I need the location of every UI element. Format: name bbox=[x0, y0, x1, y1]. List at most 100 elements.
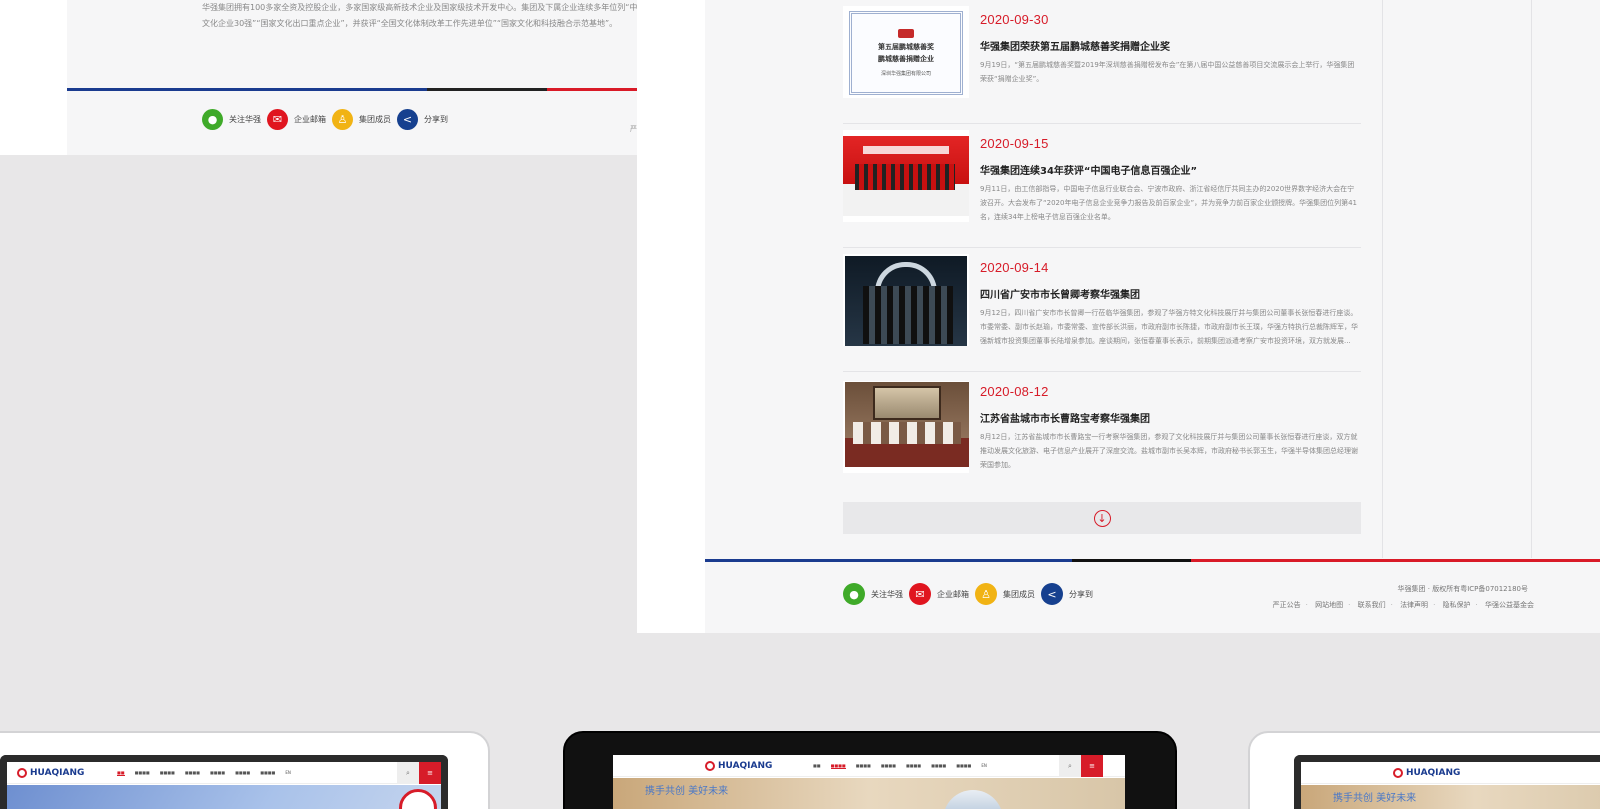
logo-mark-icon bbox=[17, 768, 27, 778]
menu-item: ■■■■ bbox=[134, 770, 150, 775]
footer-link-statement[interactable]: 严正公告 bbox=[1273, 601, 1301, 609]
huaqiang-logo: HUAQIANG bbox=[1393, 768, 1460, 778]
footer-link-legal[interactable]: 法律声明 bbox=[1400, 601, 1428, 609]
menu-item: ■■■■ bbox=[931, 763, 947, 768]
menu-item: ■■■■ bbox=[209, 770, 226, 775]
search-icon: ⌕ bbox=[1059, 755, 1081, 777]
separator: · bbox=[1475, 601, 1478, 609]
stripe-blue bbox=[705, 559, 1072, 562]
news-title[interactable]: 华强集团连续34年获评“中国电子信息百强企业” bbox=[980, 162, 1197, 177]
wechat-icon: ● bbox=[202, 109, 223, 130]
hero-slogan: 携手共创 美好未来 bbox=[1333, 793, 1417, 804]
lang-switch: EN bbox=[285, 770, 291, 775]
menu-item: ■■■■ bbox=[855, 763, 871, 768]
column-divider bbox=[1531, 0, 1532, 558]
news-item[interactable]: 2020-08-12 江苏省盐城市市长曹路宝考察华强集团 8月12日，江苏省盐城… bbox=[843, 372, 1361, 496]
share-link[interactable]: < 分享到 bbox=[397, 109, 448, 130]
news-summary: 9月11日，由工信部指导，中国电子信息行业联合会、宁波市政府、浙江省经信厅共同主… bbox=[980, 185, 1357, 221]
stripe-black bbox=[1072, 559, 1191, 562]
members-icon: ♙ bbox=[332, 109, 353, 130]
group-members-label: 集团成员 bbox=[1003, 589, 1035, 599]
menu-item: ■■■■ bbox=[260, 770, 276, 775]
logo-mark-icon bbox=[1393, 768, 1403, 778]
news-date: 2020-09-14 bbox=[980, 260, 1049, 275]
news-thumbnail[interactable] bbox=[843, 254, 969, 346]
laptop-mockup: HUAQIANG ■■ ■■■■ ■■■■ ■■■■ ■■■■ ■■■■ ■■■■ EN ⌕ … bbox=[0, 731, 490, 809]
menu-item: ■■ bbox=[813, 763, 821, 768]
news-item[interactable]: 2020-09-14 四川省广安市市长曾卿考察华强集团 9月12日，四川省广安市… bbox=[843, 248, 1361, 372]
share-link[interactable]: < 分享到 bbox=[1041, 583, 1093, 605]
menu-item: ■■■■ bbox=[880, 763, 896, 768]
load-more-arrow-icon: ↓ bbox=[1093, 509, 1111, 527]
logo-text: HUAQIANG bbox=[30, 768, 85, 778]
site-menu: ■■ ■■■■ ■■■■ ■■■■ ■■■■ ■■■■ ■■■■ EN bbox=[117, 770, 291, 776]
certificate-company: 深圳华强集团有限公司 bbox=[880, 71, 931, 77]
visitor-group bbox=[863, 286, 953, 344]
seal-icon bbox=[898, 29, 914, 38]
share-label: 分享到 bbox=[424, 115, 448, 124]
logo-mark-icon bbox=[705, 761, 715, 771]
footer-link-contact[interactable]: 联系我们 bbox=[1358, 601, 1386, 609]
huaqiang-logo: HUAQIANG bbox=[705, 761, 772, 771]
logo-text: HUAQIANG bbox=[718, 761, 773, 771]
enterprise-mail-label: 企业邮箱 bbox=[294, 115, 326, 124]
footer-social-links: ● 关注华强 ✉ 企业邮箱 ♙ 集团成员 < 分享到 bbox=[843, 583, 1099, 605]
hero-banner: 携手共创 美好未来 bbox=[1301, 785, 1600, 809]
statement-badge: 声明 bbox=[399, 789, 437, 809]
visit-photo bbox=[845, 256, 967, 346]
ceremony-photo bbox=[843, 136, 969, 216]
mail-icon: ✉ bbox=[909, 583, 931, 605]
members-icon: ♙ bbox=[975, 583, 997, 605]
search-icon: ⌕ bbox=[397, 762, 419, 784]
separator: · bbox=[1305, 601, 1308, 609]
hero-slogan: 携手共创 美好未来 bbox=[645, 786, 729, 797]
group-members-link[interactable]: ♙ 集团成员 bbox=[332, 109, 391, 130]
company-intro-line: 文化企业30强”“国家文化出口重点企业”，并获评“全国文化体制改革工作先进单位”… bbox=[202, 19, 618, 28]
menu-item: ■■ bbox=[117, 770, 125, 776]
tablet-mockup: HUAQIANG ■■ ■■■■ ■■■■ ■■■■ ■■■■ ■■■■ ■■■■ EN ⌕ … bbox=[563, 731, 1177, 809]
news-summary: 8月12日，江苏省盐城市市长曹路宝一行考察华强集团，参观了文化科技展厅并与集团公… bbox=[980, 433, 1358, 469]
footer-link-foundation[interactable]: 华强公益基金会 bbox=[1485, 601, 1534, 609]
group-members-label: 集团成员 bbox=[359, 115, 391, 124]
certificate-subtitle: 鹏城慈善捐赠企业 bbox=[878, 55, 934, 63]
hero-banner: 声明 bbox=[7, 785, 441, 809]
news-thumbnail[interactable] bbox=[843, 381, 969, 473]
news-thumbnail[interactable] bbox=[843, 130, 969, 222]
group-members-link[interactable]: ♙ 集团成员 bbox=[975, 583, 1035, 605]
stage-banner bbox=[863, 146, 949, 154]
stage-people bbox=[855, 164, 955, 190]
news-thumbnail[interactable]: 第五届鹏城慈善奖 鹏城慈善捐赠企业 深圳华强集团有限公司 bbox=[843, 6, 969, 98]
footer-link-sitemap[interactable]: 网站地图 bbox=[1315, 601, 1343, 609]
footer-link-privacy[interactable]: 隐私保护 bbox=[1443, 601, 1471, 609]
wall-painting bbox=[873, 386, 941, 420]
menu-icon: ≡ bbox=[1081, 755, 1103, 777]
menu-item: ■■■■ bbox=[956, 763, 972, 768]
site-header: HUAQIANG bbox=[1301, 762, 1600, 784]
enterprise-mail-link[interactable]: ✉ 企业邮箱 bbox=[909, 583, 969, 605]
news-title[interactable]: 江苏省盐城市市长曹路宝考察华强集团 bbox=[980, 410, 1150, 425]
load-more-button[interactable]: ↓ bbox=[843, 502, 1361, 534]
hero-banner: 携手共创 美好未来 bbox=[613, 778, 1125, 809]
building-graphic bbox=[943, 790, 1003, 809]
device-screen: HUAQIANG 携手共创 美好未来 bbox=[1294, 755, 1600, 809]
laptop-mockup: HUAQIANG 携手共创 美好未来 bbox=[1248, 731, 1600, 809]
follow-wechat-label: 关注华强 bbox=[229, 115, 261, 124]
news-title[interactable]: 华强集团荣获第五届鹏城慈善奖捐赠企业奖 bbox=[980, 38, 1170, 53]
news-title[interactable]: 四川省广安市市长曾卿考察华强集团 bbox=[980, 286, 1140, 301]
enterprise-mail-link[interactable]: ✉ 企业邮箱 bbox=[267, 109, 326, 130]
news-date: 2020-08-12 bbox=[980, 384, 1049, 399]
news-date: 2020-09-15 bbox=[980, 136, 1049, 151]
enterprise-mail-label: 企业邮箱 bbox=[937, 589, 969, 599]
news-date: 2020-09-30 bbox=[980, 12, 1049, 27]
huaqiang-logo: HUAQIANG bbox=[17, 768, 84, 778]
footer-social-links: ● 关注华强 ✉ 企业邮箱 ♙ 集团成员 < 分享到 bbox=[202, 109, 454, 130]
footer-link-fragment: 严 bbox=[630, 125, 637, 133]
follow-wechat-link[interactable]: ● 关注华强 bbox=[202, 109, 261, 130]
mail-icon: ✉ bbox=[267, 109, 288, 130]
menu-item: ■■■■ bbox=[159, 770, 175, 775]
share-icon: < bbox=[1041, 583, 1063, 605]
news-item[interactable]: 2020-09-15 华强集团连续34年获评“中国电子信息百强企业” 9月11日… bbox=[843, 124, 1361, 248]
news-item[interactable]: 第五届鹏城慈善奖 鹏城慈善捐赠企业 深圳华强集团有限公司 2020-09-30 … bbox=[843, 0, 1361, 124]
follow-wechat-link[interactable]: ● 关注华强 bbox=[843, 583, 903, 605]
stripe-black bbox=[427, 88, 547, 91]
